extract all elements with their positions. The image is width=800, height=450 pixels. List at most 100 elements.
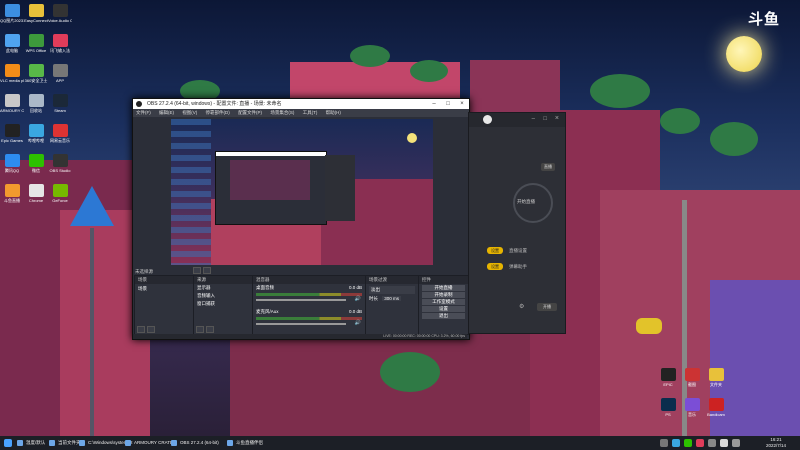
volume-slider[interactable] xyxy=(256,299,347,301)
menu-help[interactable]: 帮助(H) xyxy=(326,110,341,115)
desktop-shortcut[interactable]: PS xyxy=(656,398,680,417)
menu-scene-collection[interactable]: 场景集合(S) xyxy=(270,110,294,115)
source-item[interactable]: 音频输入 xyxy=(194,292,252,300)
shortcut-label: PS xyxy=(665,412,671,417)
menu-edit[interactable]: 编辑(E) xyxy=(159,110,174,115)
minimize-button[interactable]: – xyxy=(427,99,441,109)
taskbar-app[interactable]: ARMOURY CRATE xyxy=(124,438,173,448)
desktop-shortcut[interactable]: 此电脑 xyxy=(0,34,24,53)
source-item[interactable]: 显示器 xyxy=(194,284,252,292)
desktop-shortcut[interactable]: 文件夹 xyxy=(704,368,728,387)
desktop-shortcut[interactable]: 斗鱼直播 xyxy=(0,184,24,203)
transition-select[interactable]: 淡出 xyxy=(369,286,415,294)
tray-icon[interactable] xyxy=(672,439,680,447)
taskbar-app[interactable]: 斗鱼直播伴侣 xyxy=(226,438,263,448)
shortcut-label: Chrome xyxy=(28,198,44,203)
shortcut-icon xyxy=(28,4,44,17)
speaker-icon[interactable]: 🔊 xyxy=(355,320,361,326)
desktop-shortcut[interactable]: Voice Audio Center xyxy=(48,4,72,23)
tray-icon[interactable] xyxy=(696,439,704,447)
desktop-shortcut[interactable]: 腾讯QQ xyxy=(0,154,24,173)
taskbar-app[interactable]: 当前文件夹 xyxy=(48,438,81,448)
desktop-shortcut[interactable]: Bandicam xyxy=(704,398,728,417)
obs-preview-canvas[interactable] xyxy=(171,119,433,265)
tray-icon[interactable] xyxy=(684,439,692,447)
desktop-shortcut[interactable]: GeForce xyxy=(48,184,72,203)
desktop-shortcut[interactable]: 360安全卫士 xyxy=(24,64,48,83)
panel-row[interactable]: 弹幕助手 xyxy=(509,264,527,270)
settings-tag[interactable]: 设置 xyxy=(487,247,503,254)
maximize-icon[interactable]: □ xyxy=(543,116,547,122)
close-icon[interactable]: × xyxy=(555,115,559,122)
desktop-shortcut[interactable]: 网易云音乐 xyxy=(48,124,72,143)
volume-slider[interactable] xyxy=(256,323,347,325)
desktop-shortcut[interactable]: VLC media player xyxy=(0,64,24,83)
desktop-shortcut[interactable]: ARMOURY CRATE xyxy=(0,94,24,113)
shortcut-icon xyxy=(4,34,20,47)
obs-window[interactable]: OBS 27.2.4 (64-bit, windows) - 配置文件: 直播 … xyxy=(132,98,470,340)
duration-row: 时长 300 ms xyxy=(369,296,415,302)
add-scene-button[interactable] xyxy=(137,326,145,333)
shortcut-label: Voice Audio Center xyxy=(48,18,72,23)
desktop-shortcut[interactable]: WPS Office xyxy=(24,34,48,53)
taskbar-app[interactable]: 温度/默认 xyxy=(16,438,45,448)
shortcut-icon xyxy=(28,124,44,137)
tree xyxy=(350,45,390,67)
start-streaming-button[interactable]: 开始直播 xyxy=(422,285,465,291)
desktop-shortcut[interactable]: EasyConnect xyxy=(24,4,48,23)
menu-file[interactable]: 文件(F) xyxy=(136,110,151,115)
add-source-button[interactable] xyxy=(196,326,204,333)
menu-view[interactable]: 视图(V) xyxy=(182,110,197,115)
traffic-light-icon xyxy=(636,318,662,334)
menu-profile[interactable]: 配置文件(P) xyxy=(238,110,262,115)
speaker-icon[interactable]: 🔊 xyxy=(355,296,361,302)
preview-icon-column xyxy=(171,119,211,265)
desktop-shortcut[interactable]: QQ图片20231231 xyxy=(0,4,24,23)
start-menu-icon[interactable] xyxy=(4,439,12,447)
obs-title-bar[interactable]: OBS 27.2.4 (64-bit, windows) - 配置文件: 直播 … xyxy=(133,99,469,109)
source-item[interactable]: 窗口捕获 xyxy=(194,300,252,308)
properties-button[interactable] xyxy=(193,267,201,274)
desktop-shortcut[interactable]: 讯飞输入法 xyxy=(48,34,72,53)
shortcut-icon xyxy=(52,154,68,167)
desktop-shortcut[interactable]: Steam xyxy=(48,94,72,113)
tray-icon[interactable] xyxy=(732,439,740,447)
panel-row[interactable]: 直播设置 xyxy=(509,248,527,254)
tray-icon[interactable] xyxy=(720,439,728,447)
desktop-shortcut[interactable]: Chrome xyxy=(24,184,48,203)
desktop-shortcut[interactable]: 音乐 xyxy=(680,398,704,417)
maximize-button[interactable]: □ xyxy=(441,99,455,109)
shortcut-label: 360安全卫士 xyxy=(24,78,48,83)
scene-item[interactable]: 场景 xyxy=(135,284,193,294)
panel-footer-button[interactable]: 开播 xyxy=(537,303,557,311)
desktop-shortcut[interactable]: 回收站 xyxy=(24,94,48,113)
tray-icon[interactable] xyxy=(708,439,716,447)
desktop-shortcut[interactable]: 截图 xyxy=(680,368,704,387)
desktop-shortcut[interactable]: OBS Studio xyxy=(48,154,72,173)
desktop-shortcut[interactable]: EPIC xyxy=(656,368,680,387)
filters-button[interactable] xyxy=(203,267,211,274)
streaming-companion-panel[interactable]: – □ × 直播 开始直播 设置 设置 直播设置 弹幕助手 开播 ⚙ xyxy=(468,112,566,334)
close-button[interactable]: × xyxy=(455,99,469,109)
desktop-shortcut[interactable]: Epic Games xyxy=(0,124,24,143)
exit-button[interactable]: 退出 xyxy=(422,313,465,319)
gear-icon[interactable]: ⚙ xyxy=(519,303,524,310)
menu-docks[interactable]: 停靠部件(D) xyxy=(206,110,230,115)
taskbar-app[interactable]: OBS 27.2.4 (64-bit) xyxy=(170,438,219,448)
menu-tools[interactable]: 工具(T) xyxy=(303,110,318,115)
shortcut-icon xyxy=(28,184,44,197)
remove-source-button[interactable] xyxy=(206,326,214,333)
studio-mode-button[interactable]: 工作室模式 xyxy=(422,299,465,305)
settings-tag[interactable]: 设置 xyxy=(487,263,503,270)
tray-icon[interactable] xyxy=(660,439,668,447)
start-recording-button[interactable]: 开始录制 xyxy=(422,292,465,298)
desktop-shortcut[interactable]: 微信 xyxy=(24,154,48,173)
minimize-icon[interactable]: – xyxy=(532,116,535,122)
taskbar-clock[interactable]: 16:21 2022/7/14 xyxy=(766,437,786,449)
desktop-shortcut[interactable]: 哔哩哔哩 xyxy=(24,124,48,143)
duration-input[interactable]: 300 ms xyxy=(382,296,402,301)
desktop-shortcut[interactable]: APP xyxy=(48,64,72,83)
remove-scene-button[interactable] xyxy=(147,326,155,333)
shortcut-label: 哔哩哔哩 xyxy=(28,138,44,143)
settings-button[interactable]: 设置 xyxy=(422,306,465,312)
